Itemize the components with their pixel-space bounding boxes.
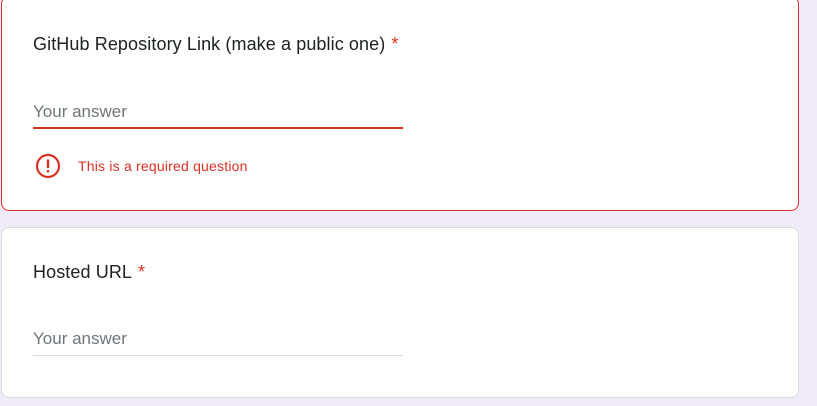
error-message: This is a required question	[78, 158, 248, 174]
answer-field-underline	[33, 326, 403, 356]
required-asterisk: *	[138, 262, 146, 282]
question-title-text: Hosted URL	[33, 262, 133, 282]
error-exclamation-circle-icon	[35, 153, 61, 179]
question-title-text: GitHub Repository Link (make a public on…	[33, 34, 386, 54]
required-asterisk: *	[391, 34, 399, 54]
validation-error: This is a required question	[35, 153, 248, 179]
answer-field-underline	[33, 99, 403, 129]
question-title: GitHub Repository Link (make a public on…	[33, 34, 398, 55]
github-repo-answer-input[interactable]	[33, 99, 403, 125]
question-card-github-repo: GitHub Repository Link (make a public on…	[1, 0, 799, 211]
question-title: Hosted URL *	[33, 262, 145, 283]
question-card-hosted-url: Hosted URL *	[1, 227, 799, 398]
hosted-url-answer-input[interactable]	[33, 326, 403, 352]
